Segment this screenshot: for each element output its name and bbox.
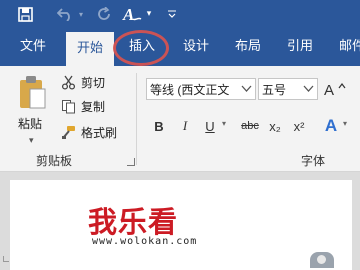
copy-label: 复制	[81, 99, 106, 114]
format-painter-button[interactable]: 格式刷	[60, 122, 117, 142]
underline-dropdown-icon[interactable]: ▾	[222, 119, 226, 128]
tab-mailings[interactable]: 邮件	[330, 28, 360, 66]
ribbon-panel: 粘贴 ▾ 剪切 复制 格式刷 剪贴板 等线 (西文正文 五号 A B I U ▾…	[0, 66, 360, 172]
clipboard-dialog-launcher-icon[interactable]	[127, 158, 135, 166]
avatar	[310, 252, 334, 268]
paste-label: 粘贴	[18, 117, 43, 131]
copy-button[interactable]: 复制	[60, 96, 105, 116]
font-group-label: 字体	[301, 154, 326, 168]
copy-icon	[60, 98, 76, 114]
redo-icon[interactable]	[93, 0, 115, 28]
svg-text:A: A	[324, 82, 334, 98]
save-icon[interactable]	[14, 0, 36, 28]
grow-font-button[interactable]: A	[323, 79, 353, 99]
format-painter-label: 格式刷	[81, 125, 118, 140]
grow-font-icon: A	[324, 82, 346, 98]
tab-file[interactable]: 文件	[14, 28, 52, 66]
underline-button[interactable]: U	[202, 116, 218, 136]
font-size-select[interactable]: 五号	[258, 78, 318, 100]
quick-access-toolbar: ▾ A ▾	[0, 0, 360, 28]
italic-button[interactable]: I	[177, 116, 193, 136]
font-name-select[interactable]: 等线 (西文正文	[146, 78, 256, 100]
paste-dropdown-icon[interactable]: ▾	[29, 136, 34, 146]
font-name-value: 等线 (西文正文	[150, 82, 230, 97]
watermark-logo-text: 我乐看	[88, 205, 179, 239]
format-dropdown-icon[interactable]: ▾	[144, 0, 154, 28]
text-effects-button[interactable]: A	[322, 116, 340, 136]
undo-icon[interactable]	[54, 0, 76, 28]
text-format-icon[interactable]: A	[120, 0, 144, 28]
chevron-down-icon	[241, 85, 252, 92]
group-divider	[136, 73, 137, 165]
tab-layout[interactable]: 布局	[226, 28, 270, 66]
ribbon-tab-bar: 文件 开始 插入 设计 布局 引用 邮件	[0, 28, 360, 66]
word-window: ▾ A ▾ 文件 开始 插入 设计 布局 引用 邮件 粘贴 ▾ 剪切 复制 格式…	[0, 0, 360, 270]
undo-dropdown-icon[interactable]: ▾	[76, 0, 86, 28]
tab-home[interactable]: 开始	[66, 32, 114, 66]
cut-label: 剪切	[81, 75, 106, 90]
clipboard-group-label: 剪贴板	[36, 154, 73, 168]
page-corner-marker	[3, 256, 9, 262]
superscript-button[interactable]: x²	[290, 116, 308, 136]
tab-references[interactable]: 引用	[278, 28, 322, 66]
svg-text:A: A	[122, 5, 134, 23]
cut-button[interactable]: 剪切	[60, 72, 105, 92]
tab-design[interactable]: 设计	[174, 28, 218, 66]
bold-button[interactable]: B	[151, 116, 167, 136]
watermark-url: www.wolokan.com	[92, 236, 198, 247]
text-effects-dropdown-icon[interactable]: ▾	[343, 119, 347, 128]
clipboard-icon	[20, 76, 46, 109]
format-painter-icon	[60, 124, 76, 140]
customize-qat-icon[interactable]	[165, 0, 179, 28]
highlight-circle-annotation	[113, 30, 169, 66]
strikethrough-button[interactable]: abc	[238, 116, 262, 136]
subscript-button[interactable]: x₂	[266, 116, 284, 136]
paste-button[interactable]	[14, 74, 50, 144]
font-size-value: 五号	[262, 82, 287, 97]
scissors-icon	[60, 74, 76, 90]
chevron-down-icon	[303, 85, 314, 92]
